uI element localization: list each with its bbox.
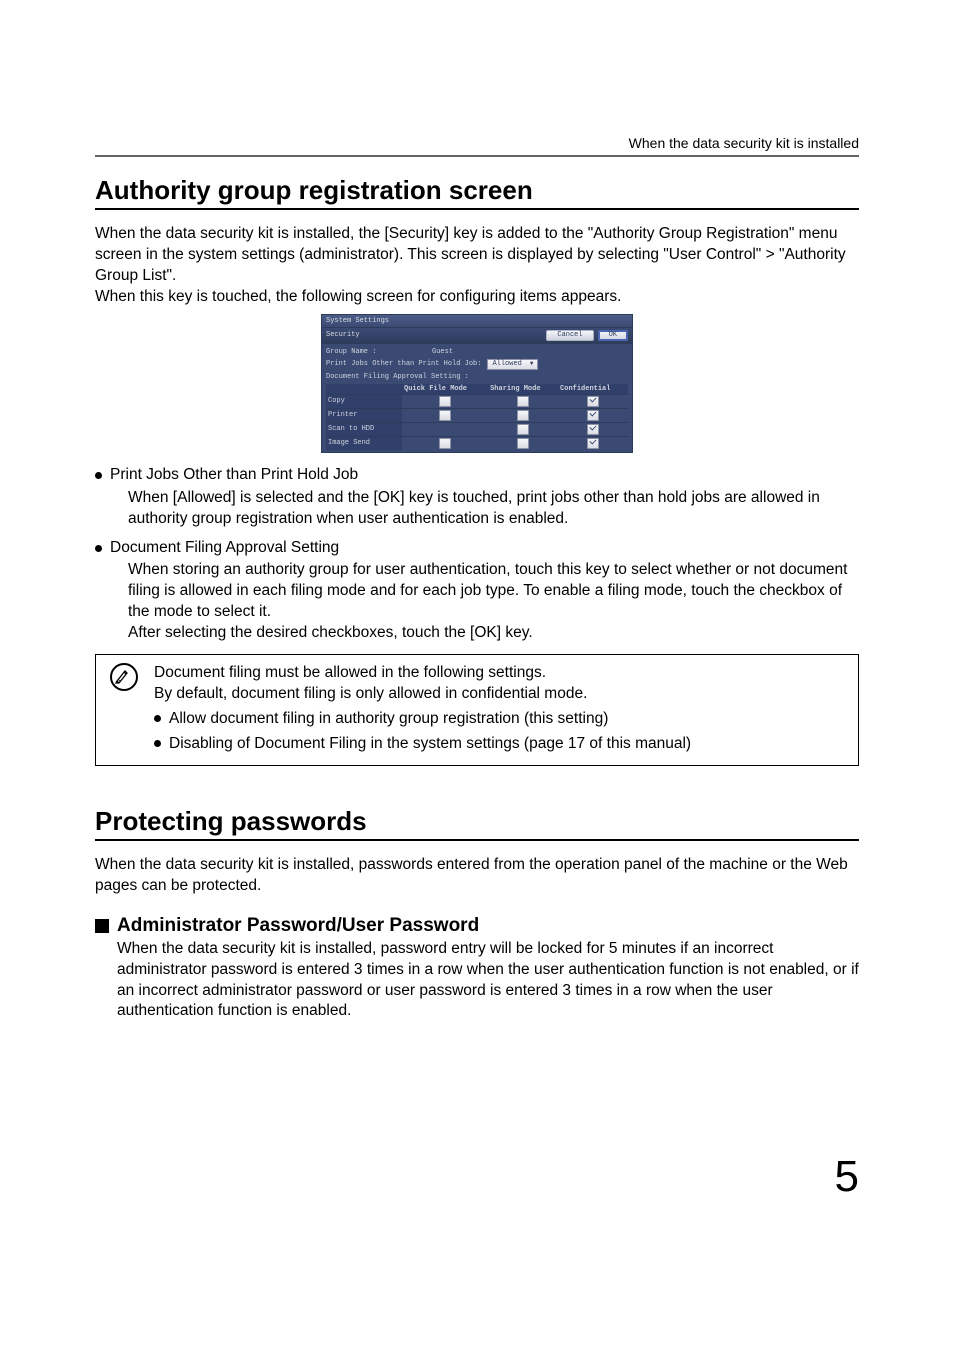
tab-security[interactable]: Security <box>326 331 360 339</box>
settings-tabbar: Security Cancel OK <box>322 328 632 344</box>
th-share: Sharing Mode <box>488 384 558 395</box>
bullet-title: Document Filing Approval Setting <box>110 539 339 556</box>
bullet-dot-icon <box>154 715 161 722</box>
settings-panel: System Settings Security Cancel OK Group… <box>321 314 633 453</box>
table-row: Scan to HDD <box>326 422 628 436</box>
checkbox[interactable] <box>517 396 529 407</box>
checkbox[interactable] <box>439 410 451 421</box>
th-blank <box>326 384 402 395</box>
row-printer-label: Printer <box>326 408 402 422</box>
sub-heading: Administrator Password/User Password <box>95 915 859 937</box>
sub-heading-text: Administrator Password/User Password <box>117 915 479 937</box>
print-jobs-value: Allowed <box>492 360 521 369</box>
pencil-icon <box>110 663 138 691</box>
table-row: Copy <box>326 394 628 408</box>
section1-intro1: When the data security kit is installed,… <box>95 225 846 284</box>
bullet-dot-icon <box>154 740 161 747</box>
row-image-label: Image Send <box>326 436 402 450</box>
cancel-button[interactable]: Cancel <box>546 330 593 341</box>
sub-body: When the data security kit is installed,… <box>117 939 859 1023</box>
ok-button[interactable]: OK <box>598 330 628 341</box>
note-sub1: Allow document filing in authority group… <box>169 709 608 730</box>
approval-label: Document Filing Approval Setting : <box>326 373 469 381</box>
checkbox[interactable] <box>587 424 599 435</box>
table-row: Image Send <box>326 436 628 450</box>
note-sub2: Disabling of Document Filing in the syst… <box>169 734 691 755</box>
th-conf: Confidential <box>558 384 628 395</box>
row-copy-label: Copy <box>326 394 402 408</box>
checkbox[interactable] <box>517 424 529 435</box>
page-number: 5 <box>95 1152 859 1202</box>
checkbox[interactable] <box>587 438 599 449</box>
checkbox[interactable] <box>439 396 451 407</box>
checkbox[interactable] <box>439 438 451 449</box>
section2-intro: When the data security kit is installed,… <box>95 855 859 897</box>
checkbox[interactable] <box>517 410 529 421</box>
checkbox[interactable] <box>587 410 599 421</box>
header-note: When the data security kit is installed <box>95 135 859 157</box>
checkbox[interactable] <box>587 396 599 407</box>
section2-title: Protecting passwords <box>95 806 859 841</box>
section1-intro: When the data security kit is installed,… <box>95 224 859 308</box>
bullet-print-jobs: Print Jobs Other than Print Hold Job Whe… <box>95 465 859 530</box>
th-quick: Quick File Mode <box>402 384 488 395</box>
group-name-value: Guest <box>432 348 453 356</box>
print-jobs-label: Print Jobs Other than Print Hold Job: <box>326 360 481 368</box>
settings-titlebar: System Settings <box>322 315 632 328</box>
row-scan-label: Scan to HDD <box>326 422 402 436</box>
bullet-title: Print Jobs Other than Print Hold Job <box>110 466 358 483</box>
group-name-label: Group Name : <box>326 348 426 356</box>
note-box: Document filing must be allowed in the f… <box>95 654 859 766</box>
bullet-body: When [Allowed] is selected and the [OK] … <box>128 488 859 530</box>
checkbox[interactable] <box>517 438 529 449</box>
section1-title: Authority group registration screen <box>95 175 859 210</box>
bullet-body: When storing an authority group for user… <box>128 560 859 644</box>
bullet-dot-icon <box>95 472 102 479</box>
chevron-down-icon: ▼ <box>530 360 534 368</box>
bullet-dot-icon <box>95 545 102 552</box>
note-line2: By default, document filing is only allo… <box>154 684 691 705</box>
square-bullet-icon <box>95 919 109 933</box>
section1-intro2: When this key is touched, the following … <box>95 288 621 305</box>
print-jobs-select[interactable]: Allowed ▼ <box>487 359 538 370</box>
bullet-doc-filing: Document Filing Approval Setting When st… <box>95 538 859 645</box>
note-line1: Document filing must be allowed in the f… <box>154 663 691 684</box>
approval-table: Quick File Mode Sharing Mode Confidentia… <box>326 384 628 450</box>
table-row: Printer <box>326 408 628 422</box>
